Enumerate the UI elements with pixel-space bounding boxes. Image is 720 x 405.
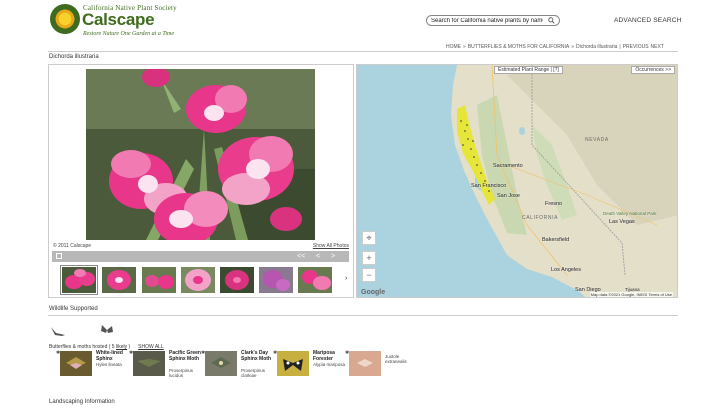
zoom-out-button[interactable]: − — [362, 268, 376, 282]
estimated-range-button[interactable]: Estimated Plant Range | [?] — [494, 66, 563, 74]
wildlife-title: Wildlife Supported — [49, 306, 98, 312]
next-photo-button[interactable]: > — [331, 251, 335, 262]
brand-tagline: Restore Nature One Garden at a Time — [83, 31, 174, 37]
main-photo[interactable] — [86, 69, 315, 240]
species-title: Dichorda illustraria — [49, 54, 99, 60]
first-photo-button[interactable]: << — [297, 251, 305, 262]
divider — [48, 315, 678, 316]
crosshair-icon: ⌖ — [366, 233, 372, 243]
show-all-butterflies-link[interactable]: SHOW ALL — [138, 344, 164, 350]
page-margin-right — [682, 0, 720, 404]
butterfly-scientific-name: Proserpinus lucidus — [169, 368, 194, 378]
butterfly-photo — [349, 351, 381, 376]
butterfly-photo — [205, 351, 237, 376]
page: California Native Plant Society Calscape… — [38, 0, 682, 405]
poppy-icon — [54, 8, 76, 30]
thumbnail[interactable] — [142, 267, 176, 293]
advanced-search-link[interactable]: ADVANCED SEARCH — [614, 17, 682, 24]
butterfly-card[interactable]: ✱ Mariposa Forester Alypia mariposa — [273, 350, 349, 378]
next-link[interactable]: NEXT — [651, 44, 664, 50]
prev-photo-button[interactable]: < — [316, 251, 320, 262]
photo-copyright: © 2011 Calscape — [53, 243, 92, 249]
butterfly-name: Pacific Green Sphinx Moth — [169, 350, 201, 362]
map-state-label: NEVADA — [585, 137, 609, 143]
divider — [48, 51, 678, 52]
bird-icon[interactable] — [50, 325, 66, 337]
map-city-label: San Francisco — [471, 183, 507, 189]
thumbnail[interactable] — [102, 267, 136, 293]
breadcrumb-sep: » — [463, 44, 466, 50]
previous-link[interactable]: PREVIOUS — [623, 44, 649, 50]
breadcrumb-butterflies[interactable]: BUTTERFLIES & MOTHS FOR CALIFORNIA — [468, 44, 569, 50]
thumbnail[interactable] — [259, 267, 293, 293]
map-attribution[interactable]: Map data ©2021 Google, INEGI Terms of Us… — [589, 292, 673, 297]
butterfly-icon[interactable] — [100, 323, 114, 337]
thumbnail[interactable] — [220, 267, 254, 293]
butterfly-photo — [60, 351, 92, 376]
locate-button[interactable]: ⌖ — [362, 231, 376, 245]
occurrences-button[interactable]: Occurrences >> — [631, 66, 675, 74]
map-city-label: Bakersfield — [542, 237, 570, 243]
butterfly-name: Clark's Day Sphinx Moth — [241, 350, 271, 362]
breadcrumb-current: Dichorda illustraria — [575, 44, 618, 50]
brand-name[interactable]: Calscape — [82, 10, 155, 30]
map-city-label: Sacramento — [493, 163, 523, 169]
gallery-icon[interactable] — [56, 253, 62, 259]
butterfly-scientific-name: Hyles lineata — [96, 362, 122, 367]
map-city-label: Fresno — [545, 201, 563, 207]
breadcrumb-sep: » — [571, 44, 574, 50]
thumbnail[interactable] — [298, 267, 332, 293]
search-input[interactable] — [431, 16, 543, 25]
search-icon[interactable] — [548, 17, 555, 24]
google-logo[interactable]: Google — [361, 289, 385, 296]
butterfly-card[interactable]: ✱ Pacific Green Sphinx Moth Proserpinus … — [129, 350, 205, 378]
thumbnail-next-arrow[interactable]: › — [345, 275, 347, 282]
show-all-photos-link[interactable]: Show All Photos — [313, 243, 349, 249]
thumbnail[interactable] — [60, 265, 98, 295]
breadcrumb-home[interactable]: HOME — [446, 44, 461, 50]
zoom-in-button[interactable]: + — [362, 251, 376, 265]
thumbnail[interactable] — [181, 267, 215, 293]
breadcrumb: HOME» BUTTERFLIES & MOTHS FOR CALIFORNIA»… — [446, 44, 666, 50]
thumbnail-strip — [60, 265, 344, 295]
photo-panel: © 2011 Calscape Show All Photos << < > › — [48, 64, 354, 298]
calscape-logo[interactable] — [50, 4, 80, 34]
page-margin-left — [0, 0, 38, 404]
butterfly-card[interactable]: ✱ Clark's Day Sphinx Moth Proserpinus cl… — [201, 350, 277, 378]
map-city-label: Los Angeles — [551, 267, 581, 273]
butterfly-scientific-name: Proserpinus clarkiae — [241, 368, 266, 378]
photo-nav-bar: << < > — [52, 251, 349, 262]
butterfly-scientific-name: Alypia mariposa — [313, 362, 346, 367]
breadcrumb-divider: | — [619, 44, 621, 50]
butterfly-card[interactable]: ✱ Juxtole extranealis — [345, 350, 421, 378]
butterfly-name: White-lined Sphinx — [96, 350, 123, 362]
butterfly-scientific-name: Juxtole extranealis — [385, 354, 407, 364]
search-box[interactable] — [426, 15, 560, 26]
map-city-label: San Jose — [497, 193, 520, 199]
map-city-label: Las Vegas — [609, 219, 635, 225]
butterfly-card[interactable]: ✱ White-lined Sphinx Hyles lineata — [56, 350, 132, 378]
butterfly-photo — [277, 351, 309, 376]
landscaping-heading: Landscaping Information — [49, 399, 115, 405]
map-state-label: CALIFORNIA — [522, 215, 559, 221]
butterfly-photo — [133, 351, 165, 376]
butterfly-name: Mariposa Forester — [313, 350, 335, 362]
map-city-label: Death Valley National Park — [603, 211, 657, 216]
map-tiles — [357, 65, 677, 297]
range-map[interactable]: Estimated Plant Range | [?] Occurrences … — [356, 64, 678, 298]
